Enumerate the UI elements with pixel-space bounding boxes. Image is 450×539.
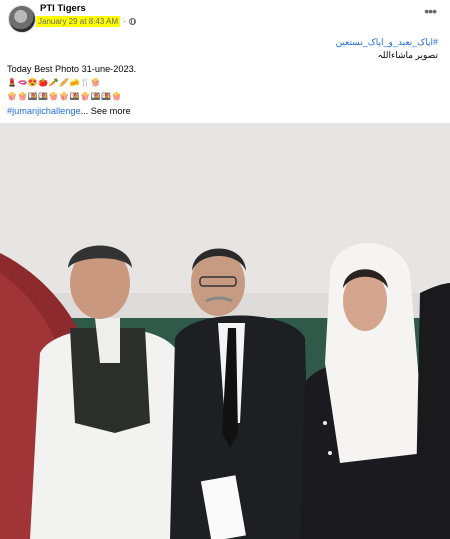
emoji-row: 💄🫦😍🍅🥕🥖🧀🍴🍿 [7, 78, 102, 87]
ellipsis: ... [80, 106, 91, 116]
more-options-icon[interactable]: ••• [424, 4, 437, 18]
post-caption: Today Best Photo 31-une-2023. 💄🫦😍🍅🥕🥖🧀🍴🍿 … [7, 62, 437, 118]
page-avatar[interactable] [8, 5, 36, 33]
author-name[interactable]: PTI Tigers [40, 3, 86, 14]
post-photo[interactable] [0, 123, 450, 539]
globe-icon [128, 17, 136, 25]
caption-line: Today Best Photo 31-une-2023. [7, 64, 137, 74]
photo-illustration [0, 123, 450, 539]
emoji-row: 🍿🍿🍱🍱🍿🍿🍱🍿🍱🍱🍿 [7, 92, 123, 101]
hashtag-line: #jumanjichallenge... See more [7, 104, 437, 118]
post-header: PTI Tigers January 29 at 8:43 AM · ••• [0, 0, 450, 33]
urdu-caption: #اپاک_نعید_و_اپاک_نستعین تصویر ماشاءاللہ [336, 36, 438, 62]
timestamp-link[interactable]: January 29 at 8:43 AM [36, 15, 121, 27]
facebook-post-card: PTI Tigers January 29 at 8:43 AM · ••• #… [0, 0, 450, 539]
meta-separator: · [123, 16, 126, 26]
urdu-line: تصویر ماشاءاللہ [377, 50, 438, 60]
post-meta: January 29 at 8:43 AM · [36, 14, 136, 28]
urdu-hashtag[interactable]: #اپاک_نعید_و_اپاک_نستعین [336, 36, 438, 49]
see-more-link[interactable]: See more [91, 106, 131, 116]
hashtag-link[interactable]: #jumanjichallenge [7, 106, 81, 116]
